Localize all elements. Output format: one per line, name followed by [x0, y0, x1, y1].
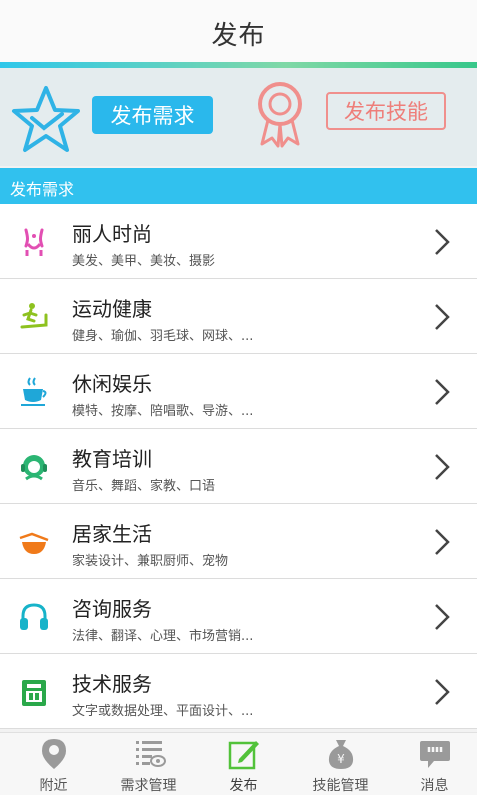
category-name: 运动健康 — [72, 297, 152, 321]
tab-label: 消息 — [420, 778, 449, 794]
svg-text:¥: ¥ — [337, 752, 345, 766]
tab-label: 附近 — [39, 778, 68, 794]
body-shape-icon — [24, 228, 44, 256]
list-eye-icon — [135, 741, 166, 767]
toolbox-icon — [22, 680, 46, 706]
category-name: 咨询服务 — [72, 597, 152, 621]
tab-nearby[interactable]: 附近 — [6, 733, 101, 795]
star-icon — [12, 86, 80, 152]
category-row-home-life[interactable]: 居家生活 家装设计、兼职厨师、宠物 — [0, 504, 477, 579]
cooking-pot-icon — [19, 532, 49, 554]
category-subtitle: 家装设计、兼职厨师、宠物 — [72, 554, 229, 569]
category-name: 教育培训 — [72, 447, 152, 471]
category-row-sports[interactable]: 运动健康 健身、瑜伽、羽毛球、网球、... — [0, 279, 477, 354]
category-subtitle: 文字或数据处理、平面设计、... — [72, 704, 254, 719]
tab-demand-management[interactable]: 需求管理 — [101, 733, 196, 795]
category-row-beauty[interactable]: 丽人时尚 美发、美甲、美妆、摄影 — [0, 204, 477, 279]
category-name: 休闲娱乐 — [72, 372, 152, 396]
category-name: 技术服务 — [72, 672, 152, 696]
category-name: 丽人时尚 — [72, 222, 152, 246]
headphones-icon — [20, 603, 48, 630]
title-bar: 发布 — [0, 0, 477, 66]
category-subtitle: 美发、美甲、美妆、摄影 — [72, 254, 216, 269]
category-name: 居家生活 — [72, 522, 152, 546]
post-skill-button[interactable]: 发布技能 — [326, 92, 446, 130]
bottom-tab-bar: 附近 需求管理 发布 ¥ 技能管理 消息 — [0, 732, 477, 795]
category-row-tech[interactable]: 技术服务 文字或数据处理、平面设计、... — [0, 654, 477, 729]
chevron-right-icon — [435, 229, 450, 255]
section-header: 发布需求 — [0, 168, 477, 204]
category-row-leisure[interactable]: 休闲娱乐 模特、按摩、陪唱歌、导游、... — [0, 354, 477, 429]
tab-post[interactable]: 发布 — [196, 733, 291, 795]
tab-label: 发布 — [229, 778, 258, 794]
category-subtitle: 音乐、舞蹈、家教、口语 — [72, 479, 216, 494]
award-ribbon-icon — [258, 82, 302, 148]
chevron-right-icon — [435, 529, 450, 555]
tab-skill-management[interactable]: ¥ 技能管理 — [293, 733, 388, 795]
category-row-education[interactable]: 教育培训 音乐、舞蹈、家教、口语 — [0, 429, 477, 504]
section-title: 发布需求 — [10, 180, 75, 199]
category-row-consulting[interactable]: 咨询服务 法律、翻译、心理、市场营销... — [0, 579, 477, 654]
category-subtitle: 健身、瑜伽、羽毛球、网球、... — [72, 329, 254, 344]
chevron-right-icon — [435, 679, 450, 705]
category-subtitle: 法律、翻译、心理、市场营销... — [72, 629, 254, 644]
headset-person-icon — [21, 455, 47, 481]
tab-label: 需求管理 — [120, 778, 177, 794]
edit-pen-icon — [228, 741, 259, 770]
chevron-right-icon — [435, 604, 450, 630]
chevron-right-icon — [435, 454, 450, 480]
chevron-right-icon — [435, 379, 450, 405]
chat-bubble-icon — [419, 741, 450, 768]
tab-label: 技能管理 — [312, 778, 369, 794]
location-pin-icon — [41, 739, 66, 769]
tab-messages[interactable]: 消息 — [387, 733, 477, 795]
treadmill-icon — [20, 303, 48, 329]
post-demand-button[interactable]: 发布需求 — [92, 96, 213, 134]
money-bag-icon: ¥ — [328, 740, 353, 769]
coffee-cup-icon — [21, 377, 47, 406]
category-subtitle: 模特、按摩、陪唱歌、导游、... — [72, 404, 254, 419]
chevron-right-icon — [435, 304, 450, 330]
page-title: 发布 — [211, 20, 266, 51]
